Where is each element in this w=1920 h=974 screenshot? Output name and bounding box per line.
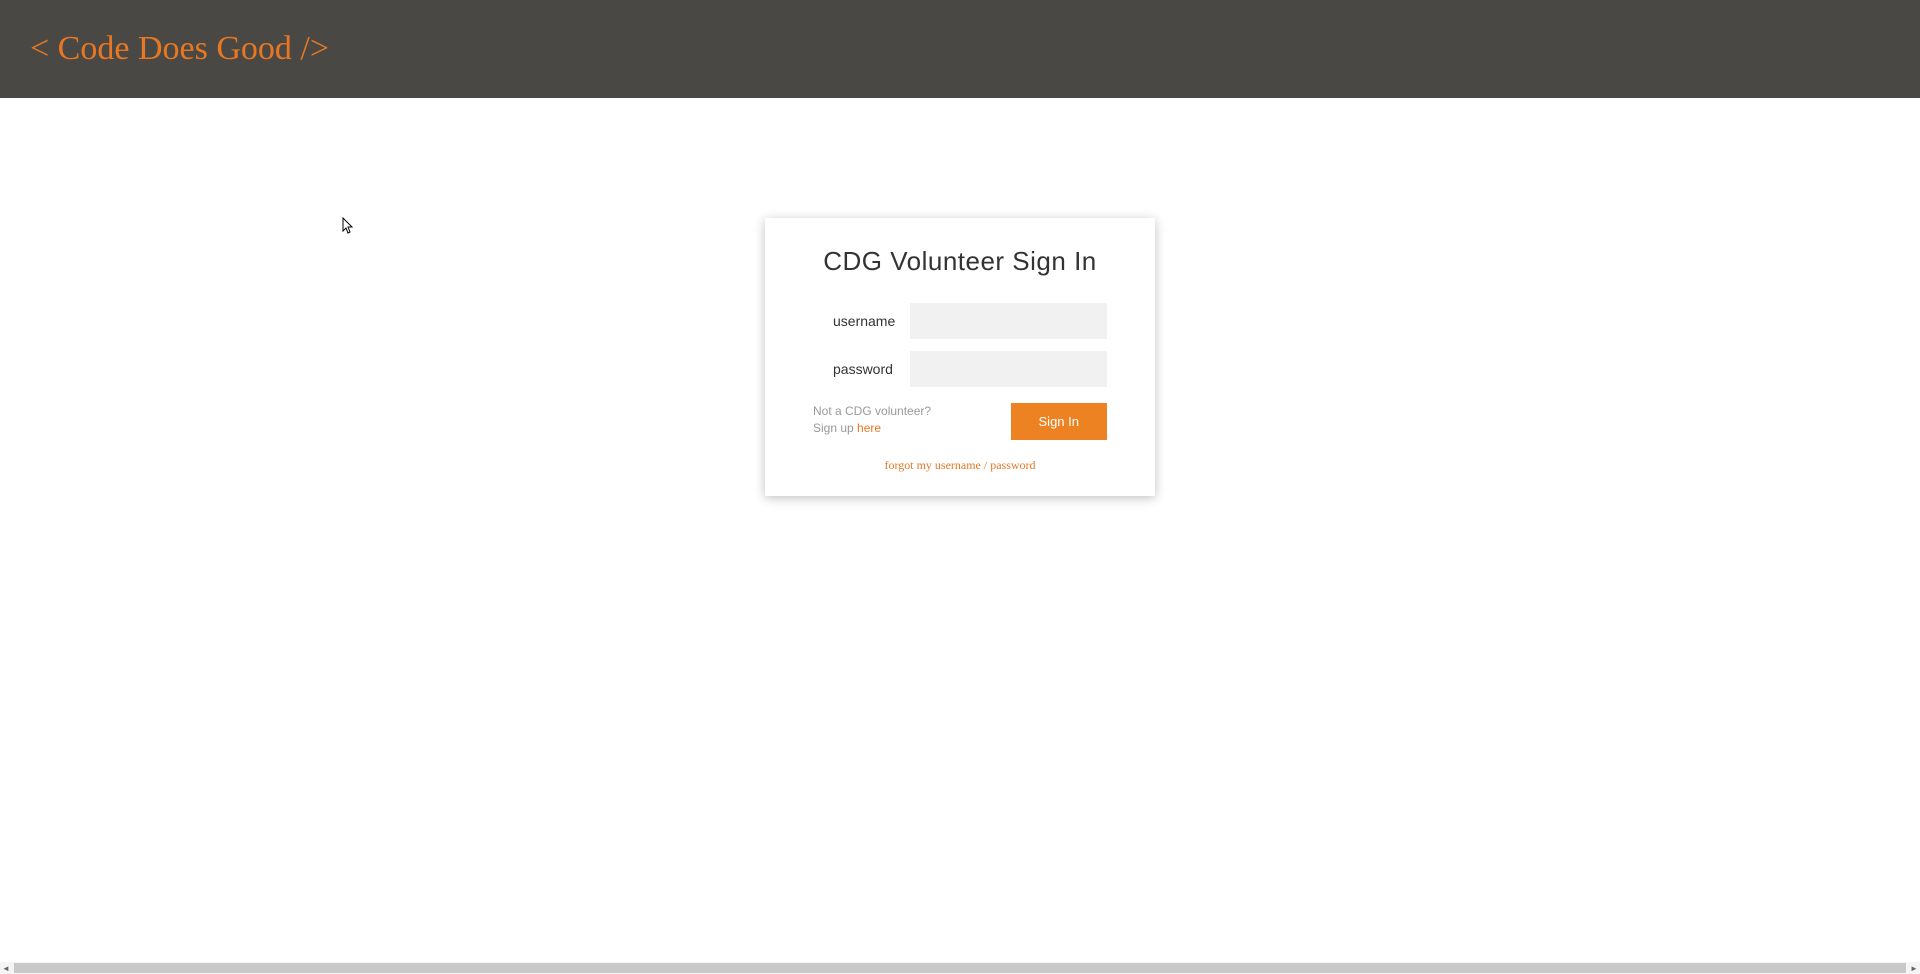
password-row: password [813, 351, 1107, 387]
signup-prompt: Not a CDG volunteer? Sign up here [813, 403, 931, 437]
scroll-left-icon[interactable]: ◄ [0, 962, 12, 974]
signup-link[interactable]: here [857, 421, 881, 435]
signin-card: CDG Volunteer Sign In username password … [765, 218, 1155, 496]
signin-button[interactable]: Sign In [1011, 403, 1107, 440]
password-input[interactable] [910, 351, 1107, 387]
forgot-row: forgot my username / password [813, 456, 1107, 474]
signup-prompt-line1: Not a CDG volunteer? [813, 404, 931, 418]
horizontal-scrollbar[interactable]: ◄ ► [0, 962, 1920, 974]
username-label: username [813, 313, 910, 329]
signin-title: CDG Volunteer Sign In [813, 246, 1107, 277]
action-row: Not a CDG volunteer? Sign up here Sign I… [813, 403, 1107, 440]
username-input[interactable] [910, 303, 1107, 339]
site-title: < Code Does Good /> [30, 30, 329, 68]
scroll-track[interactable] [14, 963, 1906, 973]
scroll-right-icon[interactable]: ► [1908, 962, 1920, 974]
main-content: CDG Volunteer Sign In username password … [0, 98, 1920, 496]
forgot-link[interactable]: forgot my username / password [884, 458, 1035, 472]
password-label: password [813, 361, 910, 377]
header: < Code Does Good /> [0, 0, 1920, 98]
username-row: username [813, 303, 1107, 339]
signup-prompt-prefix: Sign up [813, 421, 857, 435]
